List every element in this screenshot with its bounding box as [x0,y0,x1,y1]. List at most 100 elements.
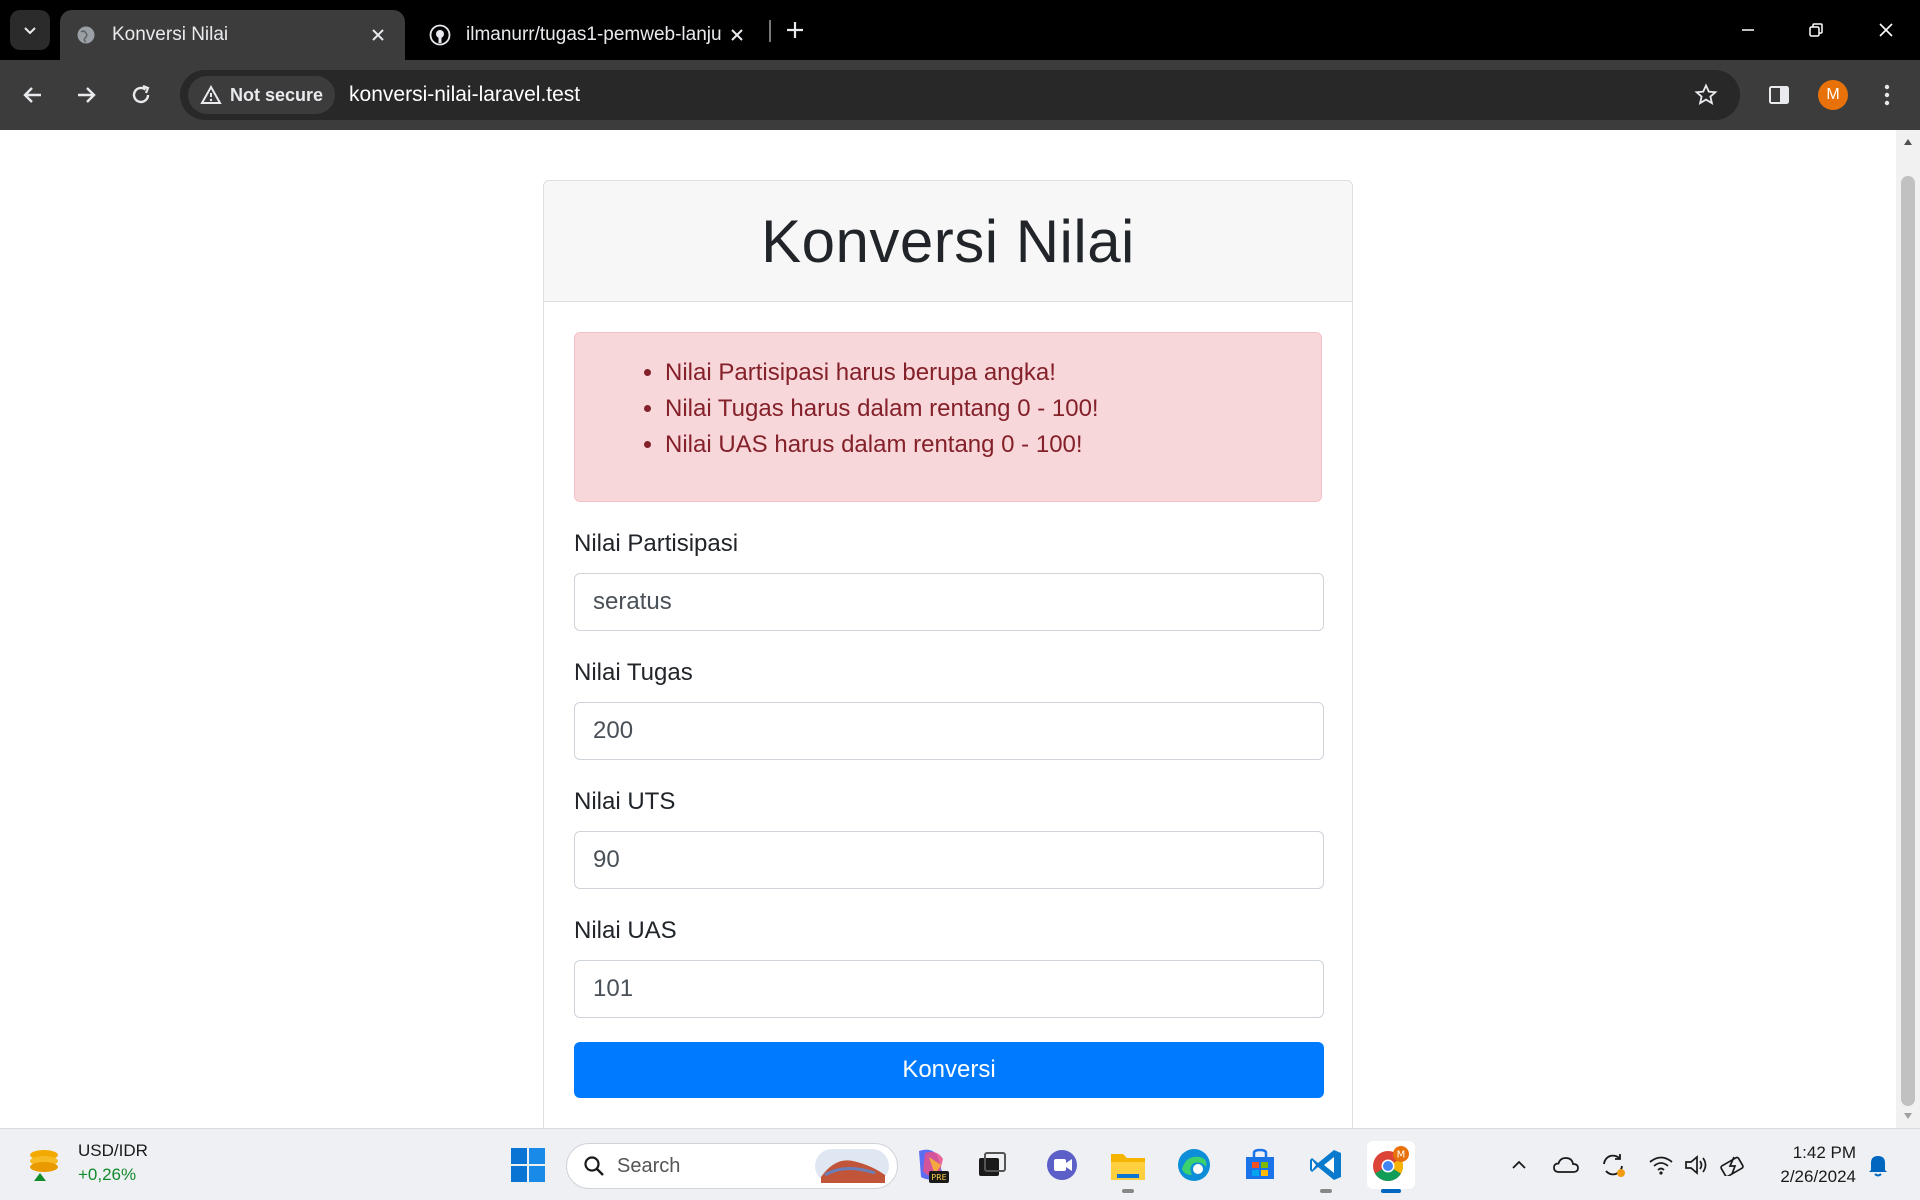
running-indicator [1122,1189,1134,1193]
battery-charging-icon [1720,1156,1744,1176]
taskbar-search[interactable]: Search [566,1143,898,1189]
vscode-icon [1310,1150,1341,1180]
search-label: Search [617,1154,681,1177]
notifications-button[interactable] [1860,1147,1896,1183]
plus-icon [787,22,803,38]
task-view-icon [979,1152,1006,1176]
arrow-right-icon [78,87,96,103]
error-item: Nilai Partisipasi harus berupa angka! [665,355,1301,391]
back-button[interactable] [13,75,53,115]
teams-chat-icon [1047,1150,1077,1180]
page-scrollbar[interactable] [1896,130,1920,1128]
arrow-left-icon [23,87,41,103]
restore-button[interactable] [1792,10,1840,50]
avatar: M [1818,80,1848,110]
tab-github[interactable]: ilmanurr/tugas1-pemweb-lanjut [414,10,764,60]
coins-icon [30,1150,58,1181]
address-bar[interactable]: Not secure konversi-nilai-laravel.test [180,70,1740,120]
security-chip[interactable]: Not secure [188,76,336,114]
uas-label: Nilai UAS [574,917,677,944]
card-header: Konversi Nilai [544,181,1352,302]
search-highlight-icon [815,1149,889,1183]
currency-widget[interactable]: USD/IDR +0,26% [24,1139,148,1187]
page-viewport: Konversi Nilai Nilai Partisipasi harus b… [0,130,1896,1128]
volume-icon [1685,1155,1707,1175]
url-text[interactable]: konversi-nilai-laravel.test [349,83,1686,107]
conversion-card: Konversi Nilai Nilai Partisipasi harus b… [543,180,1353,1128]
tab-konversi-nilai[interactable]: Konversi Nilai [60,10,405,60]
scroll-thumb[interactable] [1901,176,1915,1106]
chevron-up-icon [1512,1160,1526,1169]
clock-date: 2/26/2024 [1780,1167,1856,1186]
store-icon [1246,1148,1274,1179]
close-window-button[interactable] [1862,10,1910,50]
card-body: Nilai Partisipasi harus berupa angka! Ni… [544,302,1352,1098]
widget-change: +0,26% [78,1165,137,1184]
edge-browser-icon [1178,1149,1210,1181]
windows-logo-icon [511,1148,545,1182]
tab-strip: Konversi Nilai ilmanurr/tugas1-pemweb-la… [0,0,1920,60]
partisipasi-label: Nilai Partisipasi [574,530,739,557]
folder-icon [1111,1154,1145,1180]
bookmark-star-icon[interactable] [1686,75,1726,115]
battery-tray-button[interactable] [1716,1147,1752,1183]
side-panel-button[interactable] [1759,75,1799,115]
uts-input[interactable] [574,831,1324,889]
close-tab-icon[interactable] [363,20,393,50]
menu-button[interactable] [1867,75,1907,115]
konversi-button[interactable]: Konversi [574,1042,1324,1098]
browser-toolbar: Not secure konversi-nilai-laravel.test M [0,60,1920,130]
security-label: Not secure [230,84,324,105]
tab-search-button[interactable] [10,10,50,50]
scroll-down-icon[interactable] [1896,1106,1920,1126]
tab-separator [769,20,771,42]
copilot-taskbar-icon[interactable]: PRE [907,1141,955,1189]
scroll-up-icon[interactable] [1896,132,1920,152]
chrome-icon: M [1373,1146,1409,1182]
running-indicator [1320,1189,1332,1193]
form-group-partisipasi: Nilai Partisipasi [574,530,1324,631]
reload-button[interactable] [121,75,161,115]
warning-icon [200,85,222,105]
github-icon [428,23,452,47]
reload-icon [132,84,150,104]
clock-time: 1:42 PM [1792,1143,1856,1162]
store-taskbar-icon[interactable] [1236,1141,1284,1189]
sync-tray-button[interactable] [1595,1147,1631,1183]
side-panel-icon [1769,86,1789,104]
edge-taskbar-icon[interactable] [1170,1141,1218,1189]
partisipasi-input[interactable] [574,573,1324,631]
uts-label: Nilai UTS [574,788,676,815]
teams-taskbar-icon[interactable] [1038,1141,1086,1189]
new-tab-button[interactable] [779,14,811,46]
error-item: Nilai UAS harus dalam rentang 0 - 100! [665,427,1301,463]
taskbar-clock[interactable]: 1:42 PM 2/26/2024 [1766,1141,1856,1189]
volume-tray-button[interactable] [1679,1147,1715,1183]
onedrive-tray-button[interactable] [1548,1147,1584,1183]
error-alert: Nilai Partisipasi harus berupa angka! Ni… [574,332,1322,502]
form-group-uas: Nilai UAS [574,917,1324,1018]
sync-icon [1603,1154,1625,1177]
task-view-button[interactable] [968,1141,1016,1189]
vscode-taskbar-icon[interactable] [1302,1141,1350,1193]
wifi-tray-button[interactable] [1643,1147,1679,1183]
copilot-badge: PRE [931,1173,946,1182]
forward-button[interactable] [66,75,106,115]
error-list: Nilai Partisipasi harus berupa angka! Ni… [595,355,1301,463]
tugas-input[interactable] [574,702,1324,760]
form-group-uts: Nilai UTS [574,788,1324,889]
bell-icon [1869,1156,1887,1177]
show-hidden-icons-button[interactable] [1501,1147,1537,1183]
chrome-taskbar-icon[interactable]: M [1367,1141,1415,1193]
tugas-label: Nilai Tugas [574,659,693,686]
minimize-button[interactable] [1724,10,1772,50]
file-explorer-taskbar-icon[interactable] [1104,1141,1152,1193]
profile-button[interactable]: M [1813,75,1853,115]
form-group-tugas: Nilai Tugas [574,659,1324,760]
close-tab-icon[interactable] [722,20,752,50]
cloud-icon [1553,1157,1579,1173]
widget-title: USD/IDR [78,1141,148,1160]
uas-input[interactable] [574,960,1324,1018]
start-button[interactable] [504,1141,552,1189]
minimize-icon [1742,29,1754,31]
